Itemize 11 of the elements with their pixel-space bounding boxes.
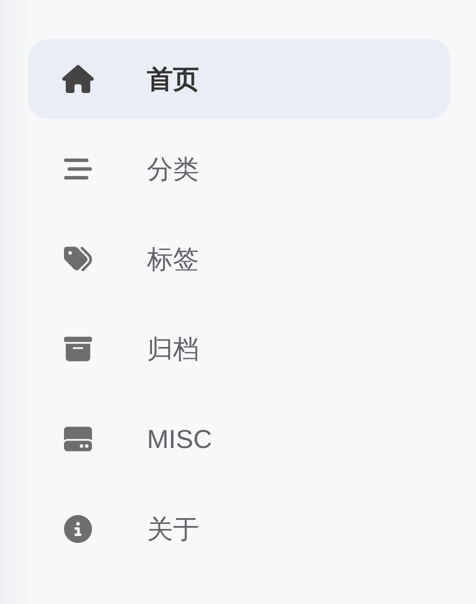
- home-icon: [62, 65, 94, 93]
- sidebar-item[interactable]: 关于: [28, 489, 450, 569]
- sidebar-item[interactable]: 归档: [28, 309, 450, 389]
- info-icon: [62, 515, 94, 543]
- sidebar-item[interactable]: 首页: [28, 39, 450, 119]
- archive-box-icon: [62, 335, 94, 363]
- hard-drive-icon: [62, 425, 94, 453]
- tags-icon: [62, 245, 94, 273]
- sidebar-item[interactable]: 标签: [28, 219, 450, 299]
- sidebar-item[interactable]: 分类: [28, 129, 450, 209]
- sidebar-item[interactable]: MISC: [28, 399, 450, 479]
